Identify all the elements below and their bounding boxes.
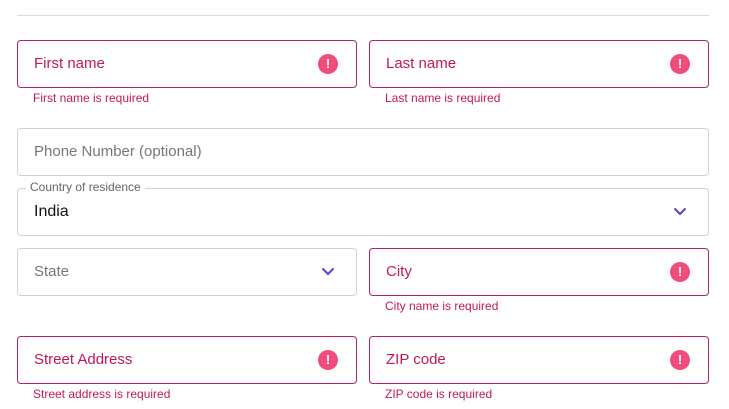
state-placeholder: State	[34, 263, 70, 280]
country-value: India	[34, 203, 69, 220]
first-name-placeholder: First name	[34, 55, 105, 72]
chevron-down-icon	[322, 268, 334, 275]
phone-number-placeholder: Phone Number (optional)	[34, 143, 202, 160]
street-address-field[interactable]: Street Address !	[17, 336, 357, 384]
exclamation-circle-icon: !	[318, 54, 338, 74]
exclamation-circle-icon: !	[318, 350, 338, 370]
phone-number-field[interactable]: Phone Number (optional)	[17, 128, 709, 176]
last-name-placeholder: Last name	[386, 55, 457, 72]
exclamation-circle-icon: !	[670, 54, 690, 74]
street-address-placeholder: Street Address	[34, 351, 133, 368]
street-address-error: Street address is required	[33, 387, 171, 401]
zip-code-placeholder: ZIP code	[386, 351, 446, 368]
chevron-down-icon	[674, 208, 686, 215]
zip-code-field[interactable]: ZIP code !	[369, 336, 709, 384]
city-field[interactable]: City !	[369, 248, 709, 296]
city-error: City name is required	[385, 299, 499, 313]
first-name-field[interactable]: First name !	[17, 40, 357, 88]
zip-code-error: ZIP code is required	[385, 387, 493, 401]
last-name-error: Last name is required	[385, 91, 501, 105]
country-select[interactable]: Country of residence India	[17, 180, 709, 236]
exclamation-circle-icon: !	[670, 262, 690, 282]
first-name-error: First name is required	[33, 91, 150, 105]
state-select[interactable]: State	[17, 248, 357, 296]
section-divider	[17, 15, 709, 16]
exclamation-circle-icon: !	[670, 350, 690, 370]
city-placeholder: City	[386, 263, 412, 280]
last-name-field[interactable]: Last name !	[369, 40, 709, 88]
